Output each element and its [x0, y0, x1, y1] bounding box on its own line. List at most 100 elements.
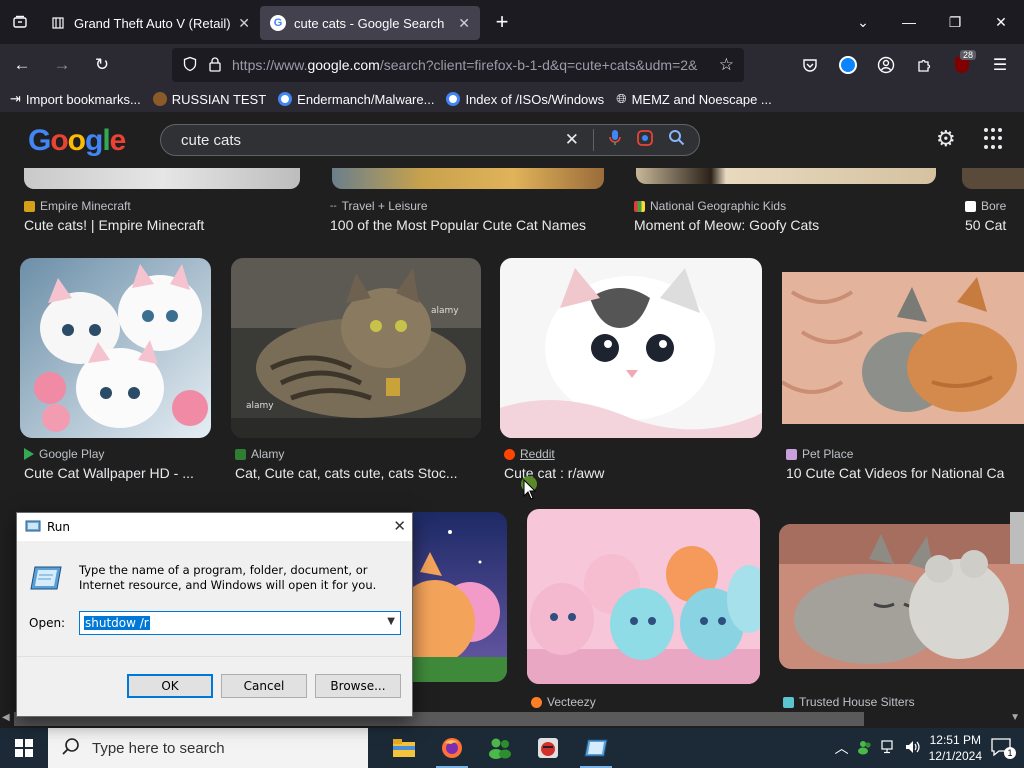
reload-button[interactable]: ↻ — [84, 47, 120, 83]
browse-button[interactable]: Browse... — [315, 674, 401, 698]
settings-gear-icon[interactable]: ⚙ — [936, 126, 956, 152]
result-title[interactable]: Moment of Meow: Goofy Cats — [634, 217, 934, 233]
clear-icon[interactable]: ✕ — [565, 130, 579, 150]
chevron-down-icon[interactable]: ▼ — [387, 616, 395, 627]
result-source[interactable]: Empire Minecraft — [24, 199, 131, 213]
camera-lens-icon[interactable] — [636, 129, 654, 152]
vertical-scrollbar-thumb[interactable] — [1010, 512, 1024, 564]
tab-gta[interactable]: Grand Theft Auto V (Retail) - PC ✕ — [40, 6, 260, 40]
result-image-kitten-with-toy[interactable] — [779, 524, 1024, 669]
result-source[interactable]: Pet Place — [786, 447, 853, 461]
clock[interactable]: 12:51 PM 12/1/2024 — [929, 732, 982, 764]
result-source[interactable]: Google Play — [24, 447, 104, 461]
bookmark-memz[interactable]: 🌐︎ MEMZ and Noescape ... — [616, 91, 772, 107]
result-title[interactable]: Cat, Cute cat, cats cute, cats Stoc... — [235, 465, 475, 481]
scroll-left-icon[interactable]: ◀ — [2, 712, 10, 723]
close-icon[interactable]: ✕ — [393, 517, 406, 535]
close-tab-icon[interactable]: ✕ — [238, 15, 250, 32]
url-prefix: https://www. — [232, 57, 308, 73]
microphone-icon[interactable] — [608, 129, 622, 152]
google-favicon-icon: G — [270, 15, 286, 31]
search-box[interactable]: ✕ — [160, 124, 700, 156]
pocket-icon[interactable] — [792, 47, 828, 83]
lock-icon[interactable] — [208, 56, 222, 75]
import-icon: ⇥ — [10, 91, 21, 106]
vpn-extension-icon[interactable] — [830, 47, 866, 83]
bookmark-import[interactable]: ⇥ Import bookmarks... — [10, 91, 141, 107]
run-taskbar-button[interactable] — [572, 728, 620, 768]
google-apps-icon[interactable] — [984, 128, 1006, 150]
start-button[interactable] — [0, 728, 48, 768]
run-title-bar[interactable]: Run — [17, 513, 412, 541]
close-tab-icon[interactable]: ✕ — [458, 15, 470, 32]
address-bar[interactable]: https://www.google.com/search?client=fir… — [172, 48, 744, 82]
search-icon[interactable] — [668, 129, 685, 151]
back-button[interactable]: ← — [4, 47, 40, 83]
extension-badge: 28 — [959, 50, 976, 60]
file-explorer-button[interactable] — [380, 728, 428, 768]
result-title[interactable]: Cute cats! | Empire Minecraft — [24, 217, 314, 233]
result-source[interactable]: Alamy — [235, 447, 284, 461]
ublock-icon[interactable]: 28 — [944, 47, 980, 83]
ok-button[interactable]: OK — [127, 674, 213, 698]
taskbar: Type here to search ︿ 12:51 PM 12/1/2024… — [0, 728, 1024, 768]
open-combobox[interactable]: shutdow /r ▼ — [79, 611, 401, 635]
bookmark-label: RUSSIAN TEST — [171, 91, 267, 107]
bookmark-label: Import bookmarks... — [25, 91, 141, 107]
alamy-favicon-icon — [235, 448, 246, 460]
url-text[interactable]: https://www.google.com/search?client=fir… — [232, 57, 709, 73]
bookmark-endermanch[interactable]: Endermanch/Malware... — [278, 92, 434, 107]
scroll-right-icon[interactable]: ▼ — [1010, 712, 1020, 723]
restore-button[interactable]: ❐ — [932, 0, 978, 44]
result-image-colorful-kittens[interactable] — [527, 509, 760, 684]
result-title[interactable]: 10 Cute Cat Videos for National Ca — [786, 465, 1024, 481]
result-title[interactable]: 50 Cat — [965, 217, 1024, 233]
close-window-button[interactable]: ✕ — [978, 0, 1024, 44]
new-tab-button[interactable]: + — [484, 4, 520, 40]
list-all-tabs-icon[interactable] — [0, 0, 40, 44]
bookmark-isos[interactable]: Index of /ISOs/Windows — [446, 92, 604, 107]
angry-birds-button[interactable] — [524, 728, 572, 768]
result-source[interactable]: National Geographic Kids — [634, 199, 786, 213]
notifications-icon[interactable]: 1 — [990, 737, 1016, 759]
open-input-value[interactable]: shutdow /r — [84, 616, 150, 630]
search-input[interactable] — [181, 131, 565, 149]
bookmark-russian-test[interactable]: RUSSIAN TEST — [152, 91, 267, 107]
network-icon[interactable] — [881, 739, 897, 757]
result-image-sleeping-kittens[interactable] — [782, 272, 1024, 424]
tab-google[interactable]: G cute cats - Google Search ✕ — [260, 6, 480, 40]
messenger-tray-icon[interactable] — [857, 739, 873, 758]
page-icon — [50, 15, 66, 31]
google-logo[interactable]: Google — [28, 124, 126, 158]
result-image-white-kittens[interactable] — [20, 258, 211, 438]
result-title[interactable]: 100 of the Most Popular Cute Cat Names — [330, 217, 620, 233]
minimize-button[interactable]: — — [886, 0, 932, 44]
source-label: Empire Minecraft — [40, 199, 131, 213]
result-source[interactable]: Trusted House Sitters — [783, 695, 915, 709]
msn-messenger-button[interactable] — [476, 728, 524, 768]
tab-title: cute cats - Google Search — [294, 15, 445, 31]
result-title[interactable]: Cute cat : r/aww — [504, 465, 754, 481]
reddit-favicon-icon — [504, 448, 515, 460]
volume-icon[interactable] — [905, 740, 921, 757]
bookmark-star-icon[interactable]: ☆ — [719, 55, 734, 75]
result-source[interactable]: Vecteezy — [531, 695, 596, 709]
shield-icon[interactable] — [182, 56, 198, 75]
taskbar-search-box[interactable]: Type here to search — [48, 728, 368, 768]
forward-button[interactable]: → — [44, 47, 80, 83]
chevron-up-icon[interactable]: ︿ — [835, 738, 849, 758]
result-image-tabby-cat[interactable]: alamy alamy — [231, 258, 481, 438]
source-label: Pet Place — [802, 447, 854, 461]
source-label: Vecteezy — [547, 695, 596, 709]
result-title[interactable]: Cute Cat Wallpaper HD - ... — [24, 465, 214, 481]
account-icon[interactable] — [868, 47, 904, 83]
cancel-button[interactable]: Cancel — [221, 674, 307, 698]
result-image-kitten-face[interactable] — [500, 258, 762, 438]
result-source[interactable]: Bore — [965, 199, 1006, 213]
result-source[interactable]: -- Travel + Leisure — [330, 199, 428, 213]
chevron-down-icon[interactable]: ⌄ — [840, 0, 886, 44]
result-source[interactable]: Reddit — [504, 447, 555, 461]
menu-icon[interactable]: ☰ — [982, 47, 1018, 83]
firefox-button[interactable] — [428, 728, 476, 768]
extensions-icon[interactable] — [906, 47, 942, 83]
